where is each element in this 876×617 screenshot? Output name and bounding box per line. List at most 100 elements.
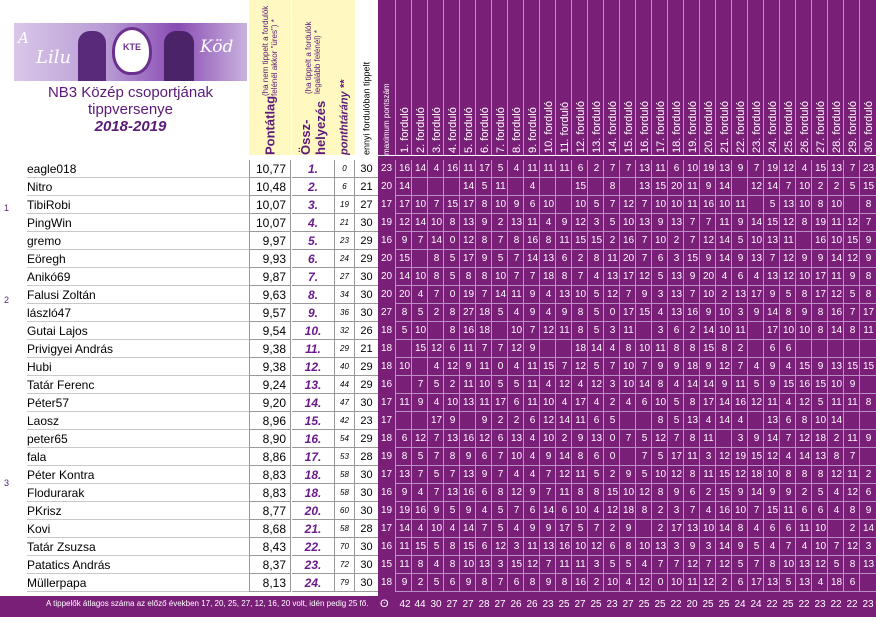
club-crest-logo: KTE xyxy=(112,27,152,75)
overall-position: 16. xyxy=(292,430,334,448)
table-row: Tatár Ferenc 9,24 13. 44 29 16 7 5 2 11 10 5 5 11 4 12 4… xyxy=(0,376,876,394)
rounds-tipped: 30 xyxy=(355,574,378,592)
overall-position: 10. xyxy=(292,322,334,340)
player-name: Tatár Zsuzsa xyxy=(27,538,249,556)
table-row: Nitro 10,48 2. 6 21 20 14 14 5 11 4 15 8 13 15 20 11 9 14 1… xyxy=(0,178,876,196)
table-row: PKrisz 8,77 20. 60 30 19 19 16 9 5 9 4 5 7 6 14 6 10 4 12 18… xyxy=(0,502,876,520)
player-name: eagle018 xyxy=(27,160,249,178)
round-score: 8 xyxy=(859,268,876,286)
points-average: 10,77 xyxy=(249,160,291,178)
header-pontatlag-note: (ha nem tippelt a fordulók felénél akkor… xyxy=(261,5,279,96)
round-header: 30. forduló xyxy=(863,101,875,153)
round-score: 6 xyxy=(859,484,876,502)
points-ratio: 58 xyxy=(334,520,355,538)
banner-letter: A xyxy=(18,29,29,47)
overall-position: 22. xyxy=(292,538,334,556)
points-ratio: 58 xyxy=(334,484,355,502)
points-ratio: 47 xyxy=(334,394,355,412)
header-max-score: maximum pontszám xyxy=(382,83,391,155)
points-ratio: 0 xyxy=(334,160,355,178)
overall-position: 12. xyxy=(292,358,334,376)
player-name: Müllerpapa xyxy=(27,574,249,592)
rounds-tipped: 30 xyxy=(355,484,378,502)
player-name: Tatár Ferenc xyxy=(27,376,249,394)
player-name: Hubi xyxy=(27,358,249,376)
points-ratio: 44 xyxy=(334,376,355,394)
table-row: peter65 8,90 16. 54 29 18 6 12 7 13 16 12 6 13 4 10 2 9 13… xyxy=(0,430,876,448)
points-average: 8,77 xyxy=(249,502,291,520)
rounds-tipped: 27 xyxy=(355,196,378,214)
max-score: 20 xyxy=(380,181,393,192)
points-average: 10,07 xyxy=(249,214,291,232)
page-title: NB3 Közép csoportjának tippversenye 2018… xyxy=(14,84,247,135)
rounds-tipped: 28 xyxy=(355,520,378,538)
points-ratio: 23 xyxy=(334,232,355,250)
rounds-tipped: 30 xyxy=(355,304,378,322)
round-score: 15 xyxy=(859,178,876,196)
points-ratio: 24 xyxy=(334,250,355,268)
overall-position: 8. xyxy=(292,286,334,304)
max-score: 17 xyxy=(380,199,393,210)
table-row: Privigyei András 9,38 11. 29 21 18 15 12 6 11 7 7 12… xyxy=(0,340,876,358)
round-score xyxy=(859,412,876,430)
round-score xyxy=(859,376,876,394)
rounds-tipped: 21 xyxy=(355,340,378,358)
max-score: 23 xyxy=(380,163,393,174)
points-average: 9,24 xyxy=(249,376,291,394)
round-score: 8 xyxy=(859,394,876,412)
max-score: 20 xyxy=(380,289,393,300)
points-ratio: 79 xyxy=(334,574,355,592)
overall-position: 3. xyxy=(292,196,334,214)
header-pontatlag: Pontátlag (ha nem tippelt a fordulók fel… xyxy=(249,0,291,155)
points-ratio: 53 xyxy=(334,448,355,466)
rounds-tipped: 30 xyxy=(355,466,378,484)
table-row: Péter Kontra 8,83 18. 58 30 17 13 7 5 7 13 9 7 4 4 7 12 1… xyxy=(0,466,876,484)
max-score: 27 xyxy=(380,307,393,318)
round-score: 13 xyxy=(859,556,876,574)
max-score: 18 xyxy=(380,577,393,588)
rounds-tipped: 28 xyxy=(355,448,378,466)
table-row: eagle018 10,77 1. 0 30 23 16 14 4 16 11 17 5 4 11 11 11 6… xyxy=(0,160,876,178)
player-name: Patatics András xyxy=(27,556,249,574)
round-score: 17 xyxy=(859,304,876,322)
footer-bar: A tippelők átlagos száma az előző évekbe… xyxy=(0,596,876,617)
points-ratio: 58 xyxy=(334,466,355,484)
table-row: Falusi Zoltán 9,63 8. 34 30 20 20 4 7 0 19 7 14 11 9 4 1… xyxy=(0,286,876,304)
round-average: 23 xyxy=(862,599,874,610)
max-score: 17 xyxy=(380,523,393,534)
table-row: Tatár Zsuzsa 8,43 22. 70 30 16 11 15 5 8 15 6 12 3 11 1… xyxy=(0,538,876,556)
player-name: Falusi Zoltán xyxy=(27,286,249,304)
player-name: Flodurarak xyxy=(27,484,249,502)
overall-position: 21. xyxy=(292,520,334,538)
table-row: Gutai Lajos 9,54 10. 32 26 18 5 10 8 16 18 10 7 12 11 8… xyxy=(0,322,876,340)
table-row: Hubi 9,38 12. 40 29 18 10 4 12 9 11 0 4 11 15 7 12 5 7 10 7 9… xyxy=(0,358,876,376)
player-name: PingWin xyxy=(27,214,249,232)
points-average: 8,68 xyxy=(249,520,291,538)
player-name: gremo xyxy=(27,232,249,250)
rounds-tipped: 29 xyxy=(355,376,378,394)
overall-position: 2. xyxy=(292,178,334,196)
rounds-tipped: 30 xyxy=(355,538,378,556)
rounds-tipped: 30 xyxy=(355,214,378,232)
title-line-2: tippversenye xyxy=(87,101,174,118)
points-average: 10,48 xyxy=(249,178,291,196)
max-score: 15 xyxy=(380,559,393,570)
table-row: gremo 9,97 5. 23 29 16 9 7 14 0 12 8 7 8 16 8 11 15 15 2 16 7… xyxy=(0,232,876,250)
banner-kod: Köd xyxy=(200,37,234,57)
max-score: 16 xyxy=(380,487,393,498)
player-name: Péter Kontra xyxy=(27,466,249,484)
season-label: 2018-2019 xyxy=(94,118,167,135)
points-average: 9,63 xyxy=(249,286,291,304)
table-row: Péter57 9,20 14. 47 30 17 11 9 4 10 13 11 17 6 11 10 4 17… xyxy=(0,394,876,412)
round-score: 2 xyxy=(859,466,876,484)
rounds-tipped: 30 xyxy=(355,502,378,520)
round-score: 8 xyxy=(859,286,876,304)
points-ratio: 29 xyxy=(334,340,355,358)
round-score: 11 xyxy=(859,322,876,340)
overall-position: 13. xyxy=(292,376,334,394)
round-score: 9 xyxy=(859,250,876,268)
points-average: 10,07 xyxy=(249,196,291,214)
round-score: 9 xyxy=(859,430,876,448)
round-score: 23 xyxy=(859,160,876,178)
table-row: fala 8,86 17. 53 28 19 8 5 7 8 9 6 7 10 4 9 14 8 6 0 7 5 17 11 3… xyxy=(0,448,876,466)
